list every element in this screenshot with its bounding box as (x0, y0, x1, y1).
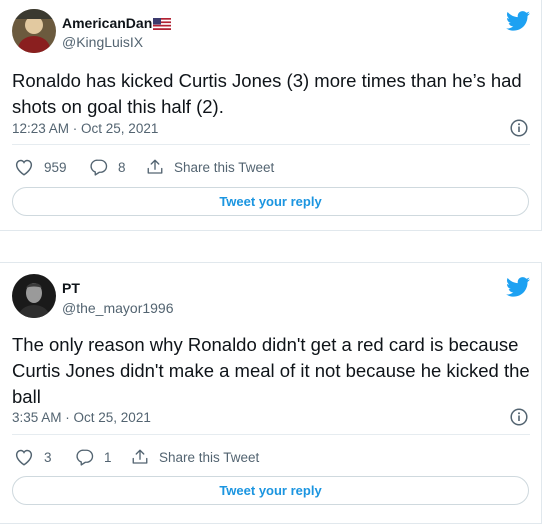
reply-icon (76, 449, 94, 466)
divider (12, 434, 530, 435)
us-flag-icon (153, 17, 172, 33)
tweet-text: The only reason why Ronaldo didn't get a… (12, 334, 530, 407)
divider (12, 144, 530, 145)
share-icon (132, 449, 148, 464)
heart-icon (15, 159, 33, 176)
share-label: Share this Tweet (159, 449, 260, 465)
reply-count: 8 (118, 159, 126, 175)
reply-count-button[interactable]: 1 (76, 448, 112, 466)
share-icon (147, 159, 163, 174)
author-handle[interactable]: @the_mayor1996 (62, 300, 174, 316)
like-button[interactable]: 959 (14, 158, 67, 176)
like-count: 3 (44, 449, 52, 465)
timestamp[interactable]: 12:23 AM · Oct 25, 2021 (12, 121, 158, 136)
avatar[interactable] (12, 274, 56, 318)
tweet-text: Ronaldo has kicked Curtis Jones (3) more… (12, 70, 522, 117)
share-button[interactable]: Share this Tweet (146, 158, 274, 176)
reply-icon (90, 159, 108, 176)
author-handle[interactable]: @KingLuisIX (62, 34, 143, 50)
tweet-card: PT @the_mayor1996 The only reason why Ro… (0, 262, 542, 524)
separator (0, 231, 542, 262)
twitter-bird-icon[interactable] (506, 277, 530, 297)
reply-count: 1 (104, 449, 112, 465)
like-button[interactable]: 3 (14, 448, 52, 466)
avatar[interactable] (12, 9, 56, 53)
timestamp[interactable]: 3:35 AM · Oct 25, 2021 (12, 410, 151, 425)
info-icon[interactable] (510, 408, 528, 426)
share-label: Share this Tweet (174, 159, 275, 175)
like-count: 959 (44, 159, 67, 175)
tweet-reply-button[interactable]: Tweet your reply (12, 187, 529, 216)
author-name[interactable]: AmericanDan (62, 15, 172, 33)
twitter-bird-icon[interactable] (506, 11, 530, 31)
tweet-reply-button[interactable]: Tweet your reply (12, 476, 529, 505)
tweet-card: AmericanDan @KingLuisIX Ronaldo has kick… (0, 0, 542, 231)
share-button[interactable]: Share this Tweet (131, 448, 259, 466)
info-icon[interactable] (510, 119, 528, 137)
author-name[interactable]: PT (62, 280, 80, 296)
heart-icon (15, 449, 33, 466)
reply-count-button[interactable]: 8 (90, 158, 126, 176)
